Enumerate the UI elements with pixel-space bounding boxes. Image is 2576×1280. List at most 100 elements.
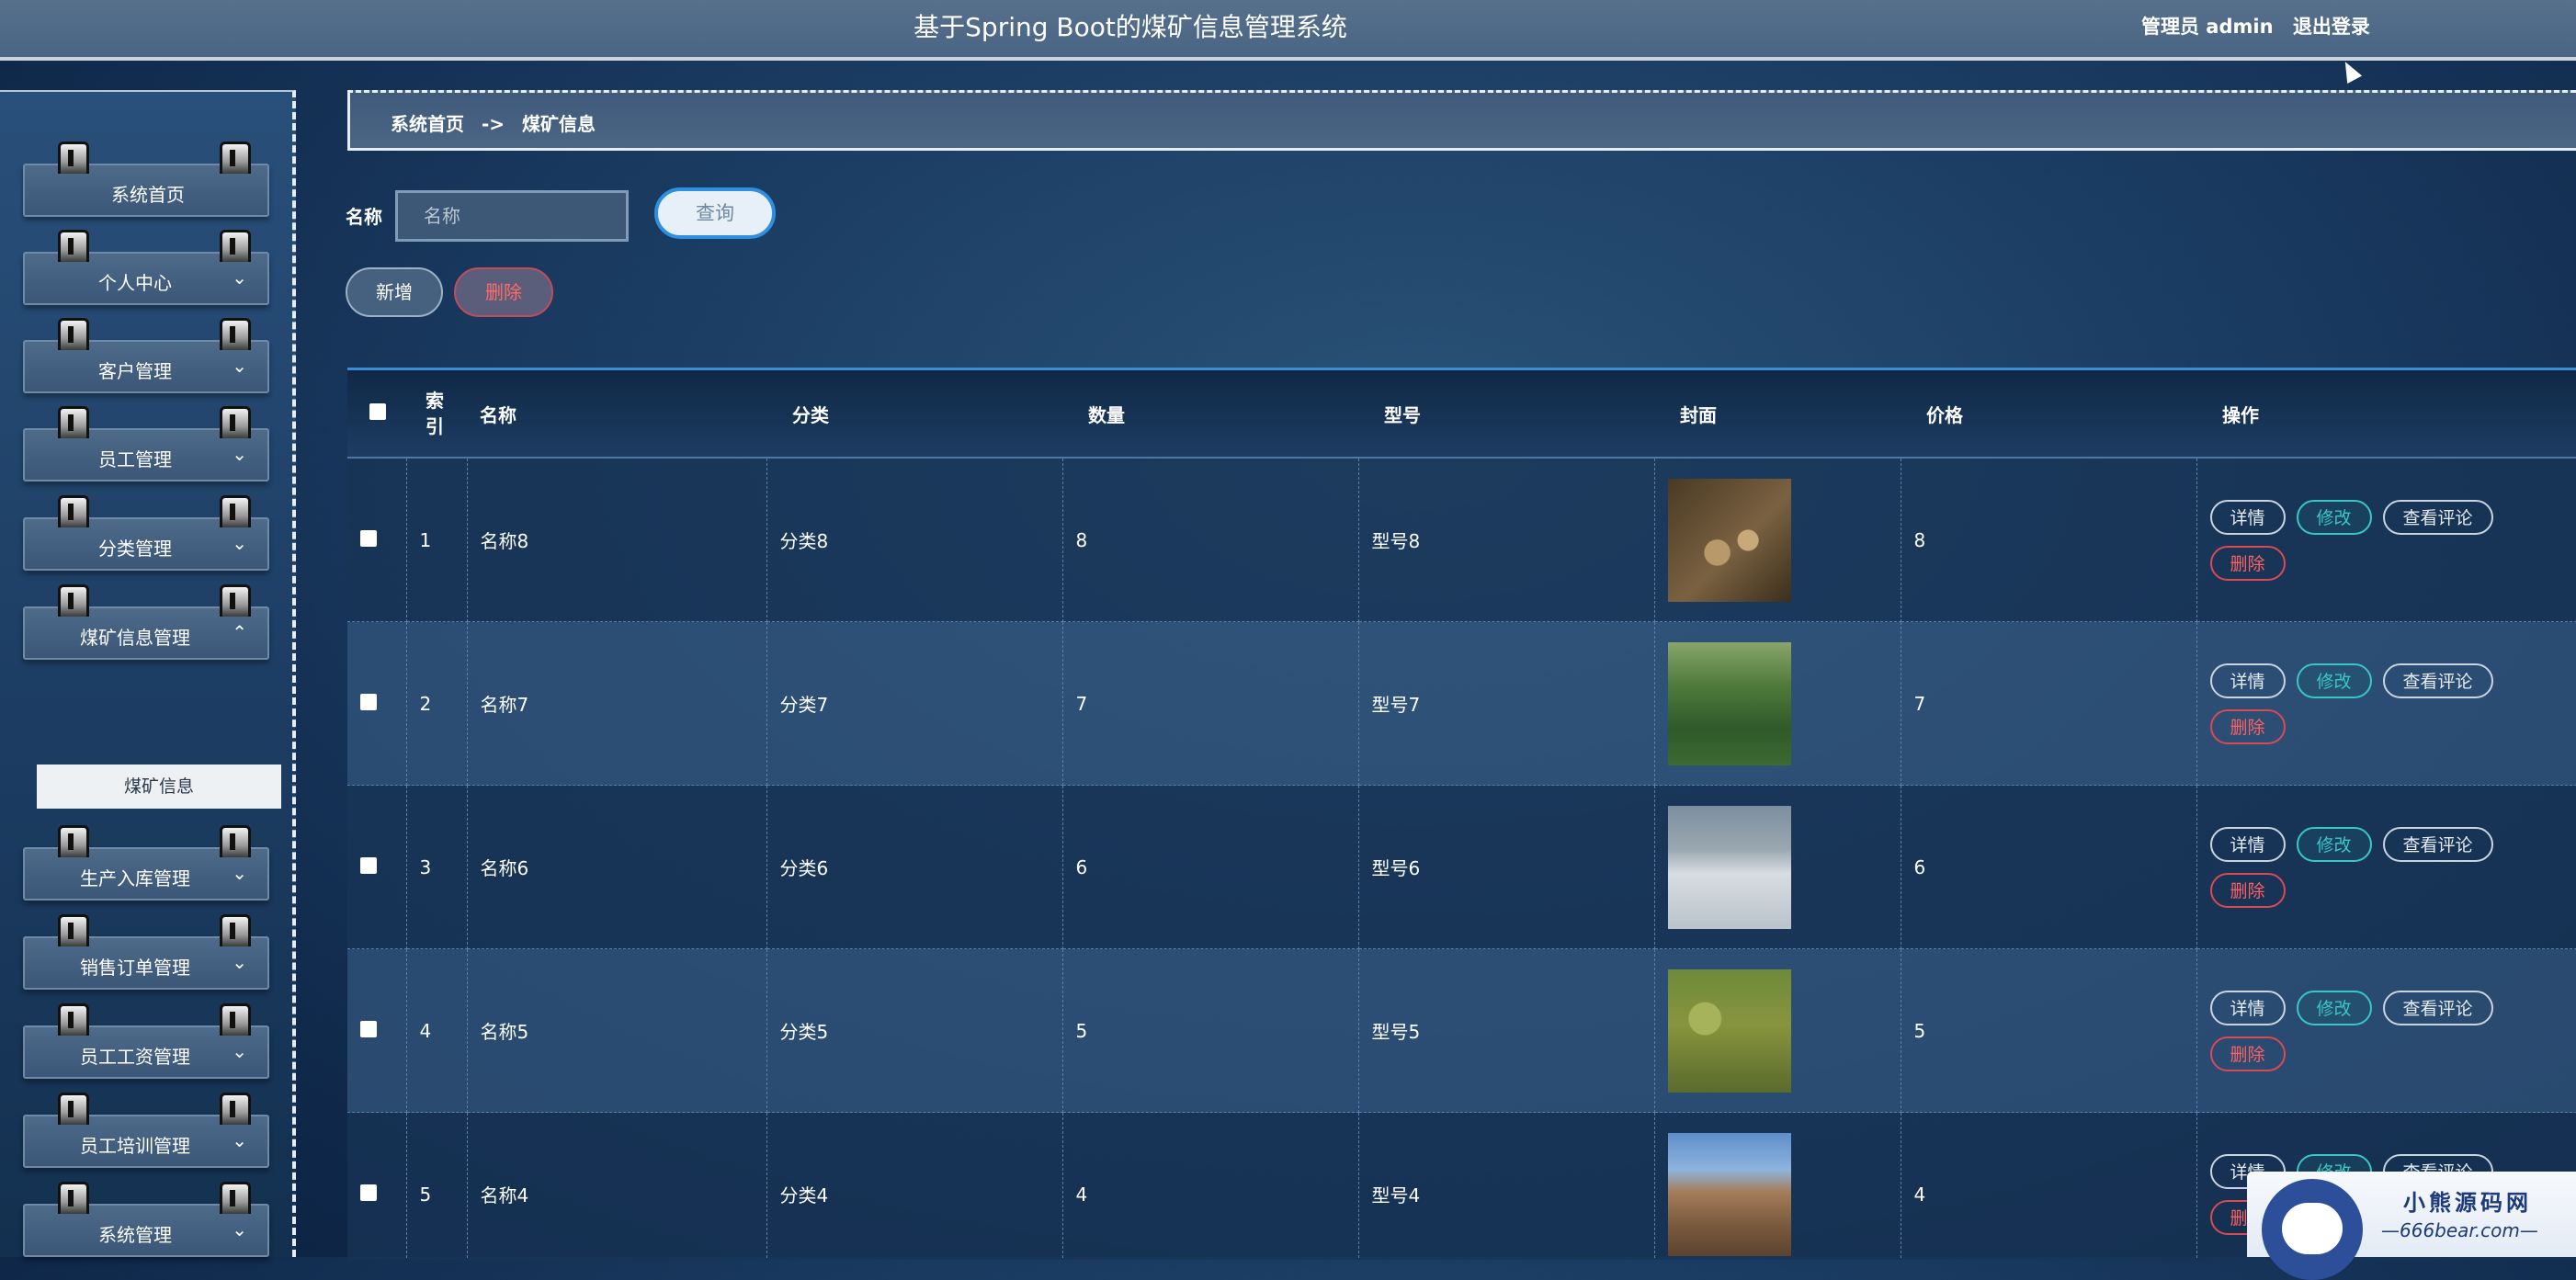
sidebar-subitem-coal-info[interactable]: 煤矿信息	[37, 765, 281, 809]
row-checkbox[interactable]	[360, 529, 377, 547]
add-button[interactable]: 新增	[346, 267, 443, 317]
clip-icon	[220, 142, 251, 174]
query-button[interactable]: 查询	[654, 187, 776, 239]
row-category: 分类6	[779, 857, 829, 879]
row-index: 3	[419, 855, 432, 878]
row-price: 4	[1913, 1183, 1926, 1206]
chevron-up-icon: ⌃	[232, 621, 247, 643]
watermark: 小熊源码网 —666bear.com—	[2247, 1172, 2576, 1280]
cover-image[interactable]	[1667, 478, 1791, 602]
header-quantity: 数量	[1062, 370, 1358, 459]
sidebar-item-employees[interactable]: 员工管理 ⌄	[23, 406, 269, 481]
chevron-down-icon: ⌄	[232, 1129, 247, 1151]
table-row: 4 名称5 分类5 5 型号5 5 详情 修改 查看评论 删除	[347, 948, 2576, 1113]
clip-icon	[58, 1182, 89, 1214]
edit-button[interactable]: 修改	[2296, 499, 2372, 535]
table-row: 2 名称7 分类7 7 型号7 7 详情 修改 查看评论 删除	[347, 621, 2576, 786]
row-name: 名称5	[480, 1021, 529, 1043]
user-area: 管理员 admin 退出登录	[2141, 12, 2383, 40]
sidebar-item-customers[interactable]: 客户管理 ⌄	[23, 318, 269, 393]
row-price: 6	[1913, 855, 1926, 878]
row-name: 名称6	[480, 857, 529, 879]
sidebar: 系统首页 个人中心 ⌄ 客户管理 ⌄ 员工管理 ⌄ 分类管理 ⌄ 煤矿信息管理 …	[0, 90, 296, 1257]
header-ops: 操作	[2196, 370, 2576, 459]
sidebar-item-label: 生产入库管理	[80, 867, 190, 889]
sidebar-item-home[interactable]: 系统首页	[23, 142, 269, 217]
clip-icon	[220, 318, 251, 350]
detail-button[interactable]: 详情	[2209, 990, 2286, 1025]
clip-icon	[58, 406, 89, 438]
cover-image[interactable]	[1667, 1132, 1791, 1256]
table-header-row: 索引 名称 分类 数量 型号 封面 价格 操作	[347, 370, 2576, 459]
clip-icon	[58, 584, 89, 617]
sidebar-item-sales-orders[interactable]: 销售订单管理 ⌄	[23, 914, 269, 990]
sidebar-item-categories[interactable]: 分类管理 ⌄	[23, 495, 269, 571]
view-comments-button[interactable]: 查看评论	[2382, 990, 2493, 1025]
view-comments-button[interactable]: 查看评论	[2382, 663, 2493, 698]
row-checkbox[interactable]	[360, 693, 377, 710]
edit-button[interactable]: 修改	[2296, 663, 2372, 698]
edit-button[interactable]: 修改	[2296, 990, 2372, 1025]
row-index: 1	[419, 528, 432, 551]
clip-icon	[220, 406, 251, 438]
watermark-url: —666bear.com—	[2381, 1219, 2538, 1241]
sidebar-item-label: 煤矿信息管理	[80, 627, 190, 649]
sidebar-item-label: 销售订单管理	[80, 957, 190, 979]
row-price: 7	[1913, 692, 1926, 715]
search-input[interactable]	[395, 190, 629, 242]
cover-image[interactable]	[1667, 641, 1791, 765]
row-checkbox[interactable]	[360, 1020, 377, 1037]
sidebar-item-personal-center[interactable]: 个人中心 ⌄	[23, 230, 269, 305]
delete-button[interactable]: 删除	[2209, 708, 2286, 744]
edit-button[interactable]: 修改	[2296, 826, 2372, 862]
row-checkbox[interactable]	[360, 1184, 377, 1201]
chevron-down-icon: ⌄	[232, 532, 247, 554]
view-comments-button[interactable]: 查看评论	[2382, 499, 2493, 535]
clip-icon	[58, 318, 89, 350]
view-comments-button[interactable]: 查看评论	[2382, 826, 2493, 862]
breadcrumb-current: 煤矿信息	[522, 113, 596, 135]
sidebar-item-label: 员工培训管理	[80, 1135, 190, 1157]
row-checkbox[interactable]	[360, 856, 377, 874]
search-label: 名称	[346, 206, 382, 228]
header-select-all	[347, 370, 406, 459]
clip-icon	[220, 584, 251, 617]
clip-icon	[220, 495, 251, 527]
select-all-checkbox[interactable]	[369, 403, 386, 420]
sidebar-item-training[interactable]: 员工培训管理 ⌄	[23, 1093, 269, 1168]
breadcrumb-home[interactable]: 系统首页	[391, 113, 464, 135]
detail-button[interactable]: 详情	[2209, 499, 2286, 535]
detail-button[interactable]: 详情	[2209, 826, 2286, 862]
sidebar-item-coal-info[interactable]: 煤矿信息管理 ⌃	[23, 584, 269, 660]
breadcrumb: 系统首页 -> 煤矿信息	[347, 90, 2576, 151]
delete-button[interactable]: 删除	[2209, 545, 2286, 581]
delete-button[interactable]: 删除	[2209, 872, 2286, 908]
row-quantity: 6	[1075, 855, 1088, 878]
clip-icon	[220, 1093, 251, 1125]
table-row: 1 名称8 分类8 8 型号8 8 详情 修改 查看评论 删除	[347, 458, 2576, 622]
detail-button[interactable]: 详情	[2209, 663, 2286, 698]
row-category: 分类7	[779, 694, 829, 716]
clip-icon	[58, 825, 89, 857]
batch-delete-button[interactable]: 删除	[454, 267, 553, 317]
row-quantity: 5	[1075, 1019, 1088, 1042]
row-index: 4	[419, 1019, 432, 1042]
top-header: 基于Spring Boot的煤矿信息管理系统 管理员 admin 退出登录	[0, 0, 2576, 61]
cover-image[interactable]	[1667, 805, 1791, 929]
row-quantity: 7	[1075, 692, 1088, 715]
clip-icon	[220, 230, 251, 262]
row-price: 5	[1913, 1019, 1926, 1042]
sidebar-item-production[interactable]: 生产入库管理 ⌄	[23, 825, 269, 901]
sidebar-item-label: 系统管理	[98, 1224, 172, 1246]
row-name: 名称4	[480, 1184, 529, 1206]
sidebar-item-label: 个人中心	[98, 272, 172, 294]
chevron-down-icon: ⌄	[232, 951, 247, 973]
logout-link[interactable]: 退出登录	[2293, 16, 2370, 38]
sidebar-item-system[interactable]: 系统管理 ⌄	[23, 1182, 269, 1257]
chevron-down-icon: ⌄	[232, 266, 247, 289]
sidebar-item-label: 系统首页	[111, 184, 185, 206]
delete-button[interactable]: 删除	[2209, 1036, 2286, 1071]
cover-image[interactable]	[1667, 968, 1791, 1093]
sidebar-item-salaries[interactable]: 员工工资管理 ⌄	[23, 1003, 269, 1079]
bear-logo-icon	[2262, 1179, 2363, 1280]
